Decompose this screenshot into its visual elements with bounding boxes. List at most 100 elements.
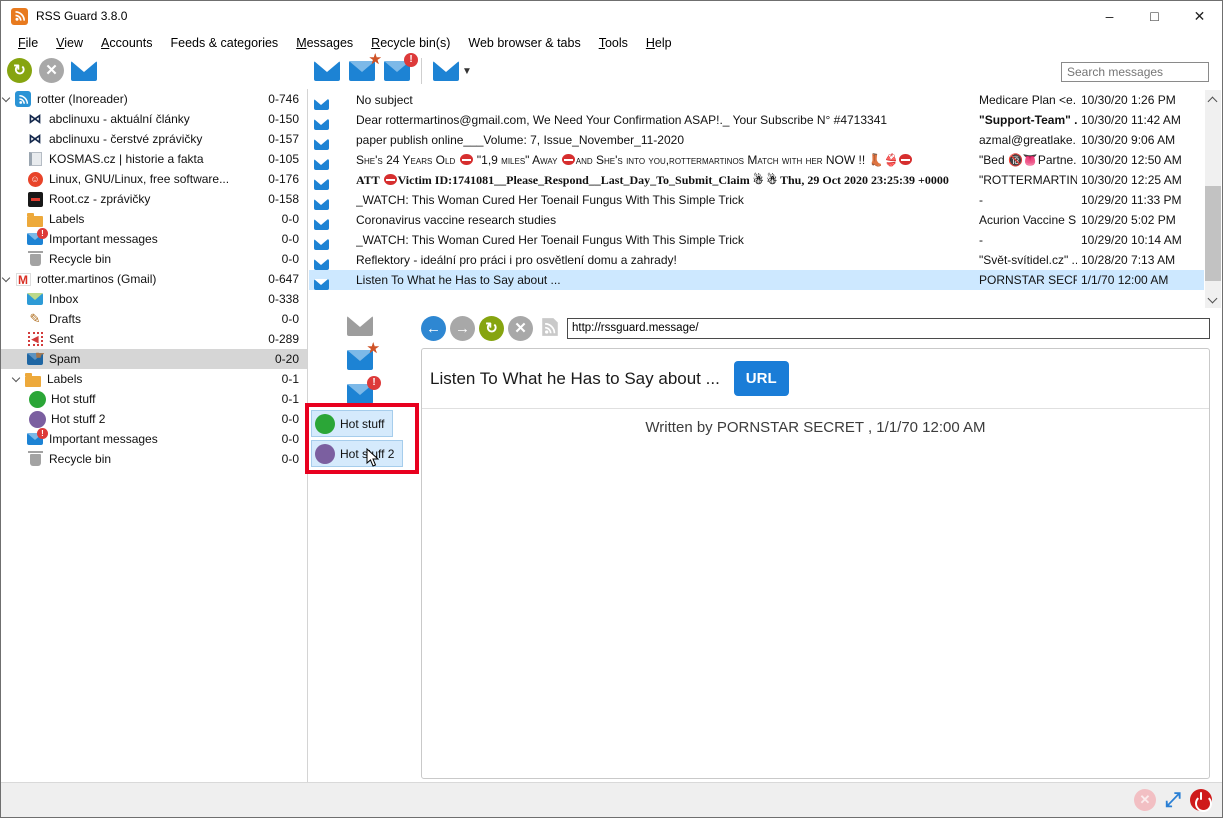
menu-recycle-bin-s[interactable]: Recycle bin(s) bbox=[362, 36, 459, 50]
feed-label: Root.cz - zprávičky bbox=[49, 192, 268, 206]
drafts-icon: ✎ bbox=[25, 311, 45, 327]
feed-row-drafts[interactable]: ✎Drafts0-0 bbox=[1, 309, 307, 329]
feed-count: 0-157 bbox=[268, 132, 307, 146]
chevron-down-icon[interactable] bbox=[1, 94, 11, 104]
menu-web-browser-tabs[interactable]: Web browser & tabs bbox=[459, 36, 589, 50]
feed-row-important-messages[interactable]: !Important messages0-0 bbox=[1, 429, 307, 449]
mark-unimportant-button[interactable]: ! bbox=[384, 61, 410, 81]
feed-count: 0-0 bbox=[282, 452, 307, 466]
scrollbar-thumb[interactable] bbox=[1205, 186, 1221, 281]
message-row[interactable]: Dear rottermartinos@gmail.com, We Need Y… bbox=[309, 110, 1204, 130]
label-button-hot-stuff-2[interactable]: Hot stuff 2 bbox=[311, 440, 403, 467]
label-button-hot-stuff[interactable]: Hot stuff bbox=[311, 410, 393, 437]
chevron-down-icon[interactable] bbox=[1, 274, 11, 284]
message-subject: _WATCH: This Woman Cured Her Toenail Fun… bbox=[356, 230, 972, 250]
spam-icon: ☛ bbox=[25, 353, 45, 365]
message-row[interactable]: Coronavirus vaccine research studiesAcur… bbox=[309, 210, 1204, 230]
feed-count: 0-105 bbox=[268, 152, 307, 166]
message-row[interactable]: _WATCH: This Woman Cured Her Toenail Fun… bbox=[309, 230, 1204, 250]
message-date: 10/29/20 5:02 PM bbox=[1081, 210, 1206, 230]
mouse-cursor bbox=[366, 448, 379, 470]
forward-button[interactable]: → bbox=[450, 316, 475, 341]
feed-count: 0-1 bbox=[282, 372, 307, 386]
scroll-down-icon[interactable] bbox=[1208, 295, 1217, 304]
feed-row-rotter-martinos-gmail[interactable]: Mrotter.martinos (Gmail)0-647 bbox=[1, 269, 307, 289]
toggle-read-button[interactable] bbox=[347, 316, 373, 336]
message-date: 10/28/20 7:13 AM bbox=[1081, 250, 1206, 270]
menu-feeds-categories[interactable]: Feeds & categories bbox=[161, 36, 287, 50]
message-menu-button[interactable]: ▼ bbox=[433, 61, 472, 81]
message-row[interactable]: Reflektory - ideální pro práci i pro osv… bbox=[309, 250, 1204, 270]
update-feeds-button[interactable]: ↻ bbox=[7, 58, 32, 83]
url-input[interactable] bbox=[567, 318, 1210, 339]
quit-icon[interactable] bbox=[1190, 789, 1212, 811]
minimize-button[interactable]: – bbox=[1087, 1, 1132, 31]
feed-label: Important messages bbox=[49, 232, 282, 246]
feed-row-labels[interactable]: Labels0-1 bbox=[1, 369, 307, 389]
fullscreen-icon[interactable]: ⤢ bbox=[1165, 789, 1181, 811]
feed-row-inbox[interactable]: Inbox0-338 bbox=[1, 289, 307, 309]
feed-label: Linux, GNU/Linux, free software... bbox=[49, 172, 268, 186]
feed-row-root-cz-zpr-vi-ky[interactable]: Root.cz - zprávičky0-158 bbox=[1, 189, 307, 209]
message-row[interactable]: _WATCH: This Woman Cured Her Toenail Fun… bbox=[309, 190, 1204, 210]
menu-accounts[interactable]: Accounts bbox=[92, 36, 161, 50]
feed-row-hot-stuff-2[interactable]: Hot stuff 20-0 bbox=[1, 409, 307, 429]
feed-row-spam[interactable]: ☛Spam0-20 bbox=[1, 349, 307, 369]
back-button[interactable]: ← bbox=[421, 316, 446, 341]
mark-read-button[interactable] bbox=[71, 61, 97, 81]
feed-row-recycle-bin[interactable]: Recycle bin0-0 bbox=[1, 249, 307, 269]
scroll-up-icon[interactable] bbox=[1208, 94, 1217, 103]
feed-row-rotter-inoreader[interactable]: rotter (Inoreader)0-746 bbox=[1, 89, 307, 109]
feed-row-linux-gnu-linux-free-software[interactable]: ☺Linux, GNU/Linux, free software...0-176 bbox=[1, 169, 307, 189]
feed-row-abclinuxu-erstv-zpr-vi-ky[interactable]: ⋈abclinuxu - čerstvé zprávičky0-157 bbox=[1, 129, 307, 149]
feed-label: rotter.martinos (Gmail) bbox=[37, 272, 268, 286]
close-disabled-icon: ✕ bbox=[1134, 789, 1156, 811]
mark-important-button[interactable]: ★ bbox=[349, 61, 375, 81]
mail-excl-icon: ! bbox=[25, 433, 45, 445]
reload-button[interactable]: ↻ bbox=[479, 316, 504, 341]
mark-selected-read-button[interactable] bbox=[314, 61, 340, 81]
feed-row-important-messages[interactable]: !Important messages0-0 bbox=[1, 229, 307, 249]
message-date: 10/30/20 9:06 AM bbox=[1081, 130, 1206, 150]
toolbar-separator bbox=[421, 58, 422, 84]
menu-tools[interactable]: Tools bbox=[590, 36, 637, 50]
stop-update-button[interactable]: ✕ bbox=[39, 58, 64, 83]
menu-messages[interactable]: Messages bbox=[287, 36, 362, 50]
feed-row-abclinuxu-aktu-ln-l-nky[interactable]: ⋈abclinuxu - aktuální články0-150 bbox=[1, 109, 307, 129]
feed-label: Recycle bin bbox=[49, 252, 282, 266]
message-row[interactable]: paper publish online___Volume: 7, Issue_… bbox=[309, 130, 1204, 150]
message-row[interactable]: She's 24 Years Old "1,9 miles" Away and … bbox=[309, 150, 1204, 170]
feed-count: 0-0 bbox=[282, 212, 307, 226]
close-button[interactable]: ✕ bbox=[1177, 1, 1222, 31]
feed-count: 0-0 bbox=[282, 312, 307, 326]
message-list-scrollbar[interactable] bbox=[1205, 90, 1221, 308]
feed-count: 0-1 bbox=[282, 392, 307, 406]
feed-count: 0-0 bbox=[282, 252, 307, 266]
menu-bar: FileViewAccountsFeeds & categoriesMessag… bbox=[1, 31, 1222, 54]
message-row[interactable]: No subjectMedicare Plan <e...10/30/20 1:… bbox=[309, 90, 1204, 110]
chevron-down-icon[interactable] bbox=[11, 374, 21, 384]
maximize-button[interactable]: □ bbox=[1132, 1, 1177, 31]
message-url-button[interactable]: URL bbox=[734, 361, 789, 396]
message-row[interactable]: Listen To What he Has to Say about ...PO… bbox=[309, 270, 1204, 290]
search-input[interactable] bbox=[1061, 62, 1209, 82]
stop-button[interactable]: ✕ bbox=[508, 316, 533, 341]
toggle-important-button[interactable]: ★ bbox=[347, 350, 373, 370]
message-sender: - bbox=[979, 230, 1077, 250]
message-content: Listen To What he Has to Say about ... U… bbox=[421, 348, 1210, 779]
feed-row-hot-stuff[interactable]: Hot stuff0-1 bbox=[1, 389, 307, 409]
menu-view[interactable]: View bbox=[47, 36, 92, 50]
feed-row-recycle-bin[interactable]: Recycle bin0-0 bbox=[1, 449, 307, 469]
feed-row-labels[interactable]: Labels0-0 bbox=[1, 209, 307, 229]
message-date: 1/1/70 12:00 AM bbox=[1081, 270, 1206, 290]
message-row[interactable]: ATT Victim ID:1741081__Please_Respond__L… bbox=[309, 170, 1204, 190]
feed-row-kosmas-cz-historie-a-fakta[interactable]: KOSMAS.cz | historie a fakta0-105 bbox=[1, 149, 307, 169]
menu-file[interactable]: File bbox=[9, 36, 47, 50]
message-subject: Coronavirus vaccine research studies bbox=[356, 210, 972, 230]
menu-help[interactable]: Help bbox=[637, 36, 681, 50]
toggle-unimportant-button[interactable]: ! bbox=[347, 384, 373, 404]
message-subject: No subject bbox=[356, 90, 972, 110]
feed-row-sent[interactable]: ◀Sent0-289 bbox=[1, 329, 307, 349]
feed-label: KOSMAS.cz | historie a fakta bbox=[49, 152, 268, 166]
feed-count: 0-0 bbox=[282, 432, 307, 446]
